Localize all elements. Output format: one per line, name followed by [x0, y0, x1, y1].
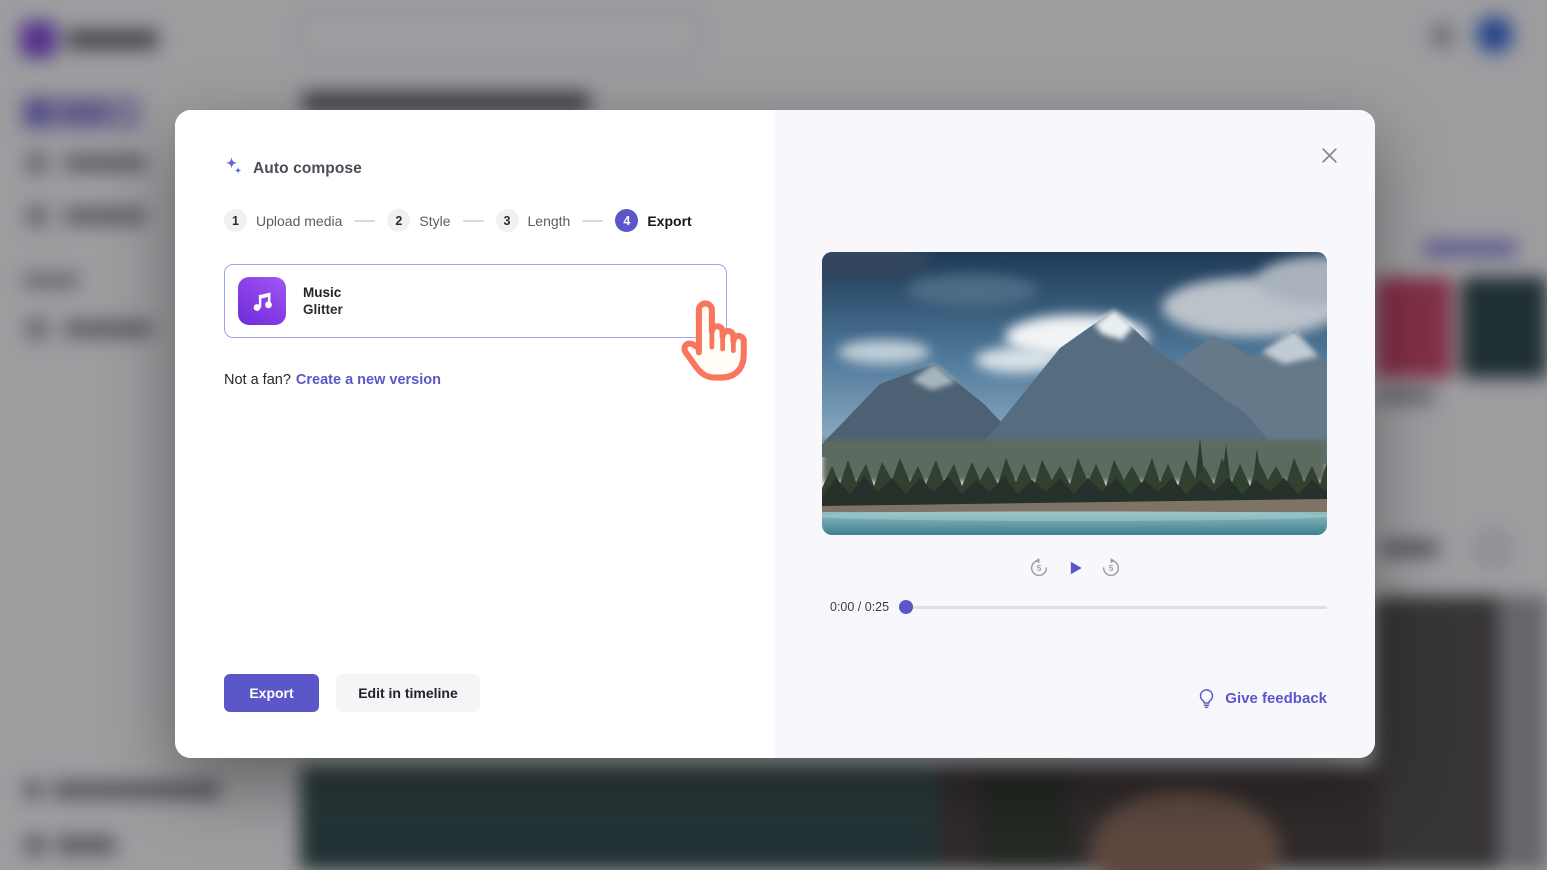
video-preview: [822, 252, 1327, 535]
music-card-text: Music Glitter: [303, 285, 343, 317]
step-label: Style: [419, 213, 450, 229]
give-feedback-button[interactable]: Give feedback: [1197, 688, 1327, 709]
step-label: Length: [528, 213, 571, 229]
step-label: Export: [647, 213, 691, 229]
step-number: 1: [224, 209, 247, 232]
not-a-fan-row: Not a fan? Create a new version: [224, 372, 441, 388]
playback-controls: 5 5: [775, 557, 1375, 579]
dialog-title: Auto compose: [253, 160, 362, 178]
play-button[interactable]: [1064, 557, 1086, 579]
create-new-version-link[interactable]: Create a new version: [296, 372, 441, 388]
give-feedback-label: Give feedback: [1225, 690, 1327, 707]
music-card-category: Music: [303, 285, 343, 300]
step-divider: [463, 220, 484, 222]
step-divider: [354, 220, 375, 222]
dialog-actions: Export Edit in timeline: [224, 674, 480, 712]
sparkles-icon: [224, 157, 243, 181]
timeline-row: 0:00 / 0:25: [830, 600, 1327, 614]
music-note-icon: [238, 277, 286, 325]
stepper: 1 Upload media 2 Style 3 Length 4 Export: [224, 209, 692, 232]
close-button[interactable]: [1318, 144, 1340, 166]
rewind-5-button[interactable]: 5: [1028, 557, 1050, 579]
lightbulb-icon: [1197, 688, 1216, 709]
seek-track[interactable]: [899, 606, 1327, 609]
forward-5-button[interactable]: 5: [1100, 557, 1122, 579]
not-a-fan-text: Not a fan?: [224, 372, 291, 388]
seek-knob[interactable]: [899, 600, 913, 614]
music-track-card[interactable]: Music Glitter: [224, 264, 727, 338]
step-export[interactable]: 4 Export: [615, 209, 691, 232]
svg-text:5: 5: [1037, 564, 1042, 573]
rewind-5-icon: 5: [1028, 557, 1050, 579]
dialog-right-pane: 5 5 0:00 / 0:25: [775, 110, 1375, 758]
step-style[interactable]: 2 Style: [387, 209, 450, 232]
svg-text:5: 5: [1109, 564, 1114, 573]
step-number: 4: [615, 209, 638, 232]
music-card-track: Glitter: [303, 302, 343, 317]
mountain-scene-image: [822, 252, 1327, 535]
time-display: 0:00 / 0:25: [830, 600, 889, 614]
dialog-header: Auto compose: [224, 157, 362, 181]
play-icon: [1065, 558, 1085, 578]
step-length[interactable]: 3 Length: [496, 209, 571, 232]
step-number: 2: [387, 209, 410, 232]
forward-5-icon: 5: [1100, 557, 1122, 579]
step-divider: [582, 220, 603, 222]
auto-compose-dialog: Auto compose 1 Upload media 2 Style 3 Le…: [175, 110, 1375, 758]
close-icon: [1321, 147, 1338, 164]
dialog-left-pane: Auto compose 1 Upload media 2 Style 3 Le…: [175, 110, 775, 758]
step-upload-media[interactable]: 1 Upload media: [224, 209, 342, 232]
export-button[interactable]: Export: [224, 674, 319, 712]
step-label: Upload media: [256, 213, 342, 229]
edit-in-timeline-button[interactable]: Edit in timeline: [336, 674, 480, 712]
seek-slider[interactable]: [899, 600, 1327, 614]
step-number: 3: [496, 209, 519, 232]
